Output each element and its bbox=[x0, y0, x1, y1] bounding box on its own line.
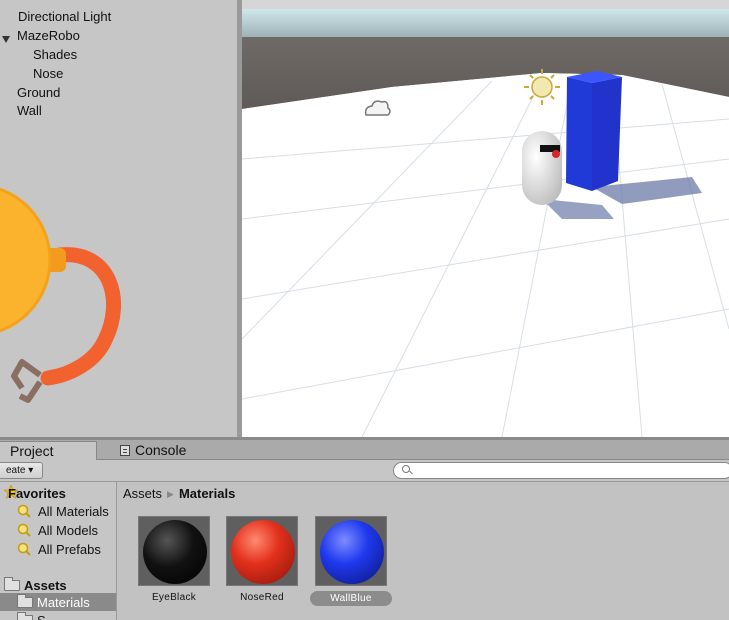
assets-header[interactable]: Assets bbox=[4, 577, 67, 594]
console-icon bbox=[120, 445, 130, 456]
material-thumbnail bbox=[315, 516, 387, 586]
project-toolbar: eate ▾ bbox=[0, 460, 729, 482]
breadcrumb-current[interactable]: Materials bbox=[179, 486, 235, 501]
hierarchy-item-directional-light[interactable]: Directional Light bbox=[18, 8, 111, 26]
folder-icon bbox=[17, 594, 33, 608]
asset-grid: Assets ▶ Materials EyeBlack NoseRed WallBl… bbox=[117, 482, 729, 620]
search-input[interactable] bbox=[393, 462, 729, 479]
assets-header-label: Assets bbox=[24, 578, 67, 593]
folder-icon bbox=[17, 612, 33, 620]
tree-item-materials-label: Materials bbox=[37, 595, 90, 610]
tab-console[interactable]: Console bbox=[110, 441, 196, 460]
asset-label: EyeBlack bbox=[151, 592, 197, 603]
hierarchy-item-mazerobo[interactable]: MazeRobo bbox=[17, 27, 80, 45]
material-thumbnail bbox=[138, 516, 210, 586]
asset-wallblue[interactable]: WallBlue bbox=[310, 516, 392, 606]
tree-item-partial-label: S bbox=[37, 613, 46, 620]
tree-item-all-prefabs[interactable]: All Prefabs bbox=[38, 541, 101, 558]
search-icon bbox=[17, 542, 31, 556]
breadcrumb: Assets ▶ Materials bbox=[123, 486, 235, 501]
search-icon bbox=[17, 523, 31, 537]
folder-icon bbox=[4, 577, 20, 591]
asset-label: NoseRed bbox=[240, 592, 284, 603]
tree-item-partial[interactable]: S bbox=[17, 612, 46, 620]
mascot-illustration bbox=[0, 187, 122, 403]
asset-nosered[interactable]: NoseRed bbox=[225, 516, 299, 603]
favorites-header[interactable]: Favorites bbox=[8, 485, 66, 502]
tab-console-label: Console bbox=[135, 442, 187, 458]
scene-view[interactable] bbox=[242, 9, 729, 437]
asset-eyeblack[interactable]: EyeBlack bbox=[137, 516, 211, 603]
create-dropdown-button[interactable]: eate ▾ bbox=[0, 462, 43, 479]
scene-render bbox=[242, 9, 729, 437]
tree-item-all-models[interactable]: All Models bbox=[38, 522, 98, 539]
asset-label: WallBlue bbox=[310, 591, 392, 606]
hierarchy-item-wall[interactable]: Wall bbox=[17, 102, 42, 120]
material-thumbnail bbox=[226, 516, 298, 586]
search-icon bbox=[17, 504, 31, 518]
tree-item-materials[interactable]: Materials bbox=[17, 594, 90, 611]
hierarchy-item-ground[interactable]: Ground bbox=[17, 84, 60, 102]
hierarchy-item-shades[interactable]: Shades bbox=[33, 46, 77, 64]
hierarchy-item-nose[interactable]: Nose bbox=[33, 65, 63, 83]
search-icon bbox=[402, 465, 410, 473]
material-sphere-icon bbox=[320, 520, 384, 584]
tab-project[interactable]: Project bbox=[0, 441, 97, 460]
material-sphere-icon bbox=[231, 520, 295, 584]
project-tab-bar: Project Console bbox=[0, 440, 729, 460]
hierarchy-panel: Directional Light MazeRobo Shades Nose G… bbox=[0, 0, 237, 437]
tree-item-all-materials[interactable]: All Materials bbox=[38, 503, 109, 520]
project-folder-tree: Favorites All Materials All Models All P… bbox=[0, 482, 117, 620]
breadcrumb-arrow-icon: ▶ bbox=[167, 489, 174, 499]
expand-arrow-icon[interactable] bbox=[2, 36, 10, 43]
breadcrumb-assets[interactable]: Assets bbox=[123, 486, 162, 501]
material-sphere-icon bbox=[143, 520, 207, 584]
scene-toolbar-strip bbox=[242, 0, 729, 9]
